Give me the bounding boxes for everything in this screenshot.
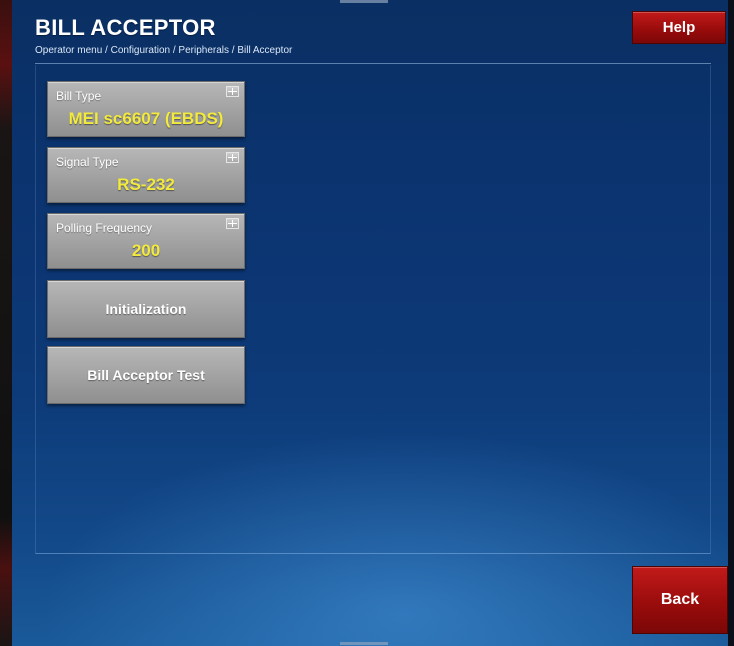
header-divider (35, 63, 711, 64)
top-grip (340, 0, 388, 3)
signal-type-setting[interactable]: Signal Type RS-232 (47, 147, 245, 203)
setting-value: MEI sc6607 (EBDS) (68, 109, 224, 128)
action-label: Bill Acceptor Test (87, 367, 205, 383)
page-title: BILL ACCEPTOR (35, 15, 216, 40)
initialization-button[interactable]: Initialization (47, 280, 245, 338)
help-button[interactable]: Help (632, 11, 726, 44)
back-button[interactable]: Back (632, 566, 728, 634)
breadcrumb: Operator menu / Configuration / Peripher… (35, 45, 293, 56)
edit-icon (226, 86, 239, 97)
setting-label: Signal Type (56, 155, 119, 169)
right-bezel (728, 0, 734, 646)
action-label: Initialization (105, 301, 187, 317)
polling-frequency-setting[interactable]: Polling Frequency 200 (47, 213, 245, 269)
edit-icon (226, 218, 239, 229)
left-bezel (0, 0, 12, 646)
setting-label: Bill Type (56, 89, 102, 103)
setting-value: 200 (131, 241, 161, 260)
bill-type-setting[interactable]: Bill Type MEI sc6607 (EBDS) (47, 81, 245, 137)
bill-acceptor-test-button[interactable]: Bill Acceptor Test (47, 346, 245, 404)
setting-label: Polling Frequency (56, 221, 153, 235)
edit-icon (226, 152, 239, 163)
bill-acceptor-screen: BILL ACCEPTOR Operator menu / Configurat… (0, 0, 734, 646)
bottom-grip (340, 642, 388, 645)
setting-value: RS-232 (117, 175, 175, 194)
